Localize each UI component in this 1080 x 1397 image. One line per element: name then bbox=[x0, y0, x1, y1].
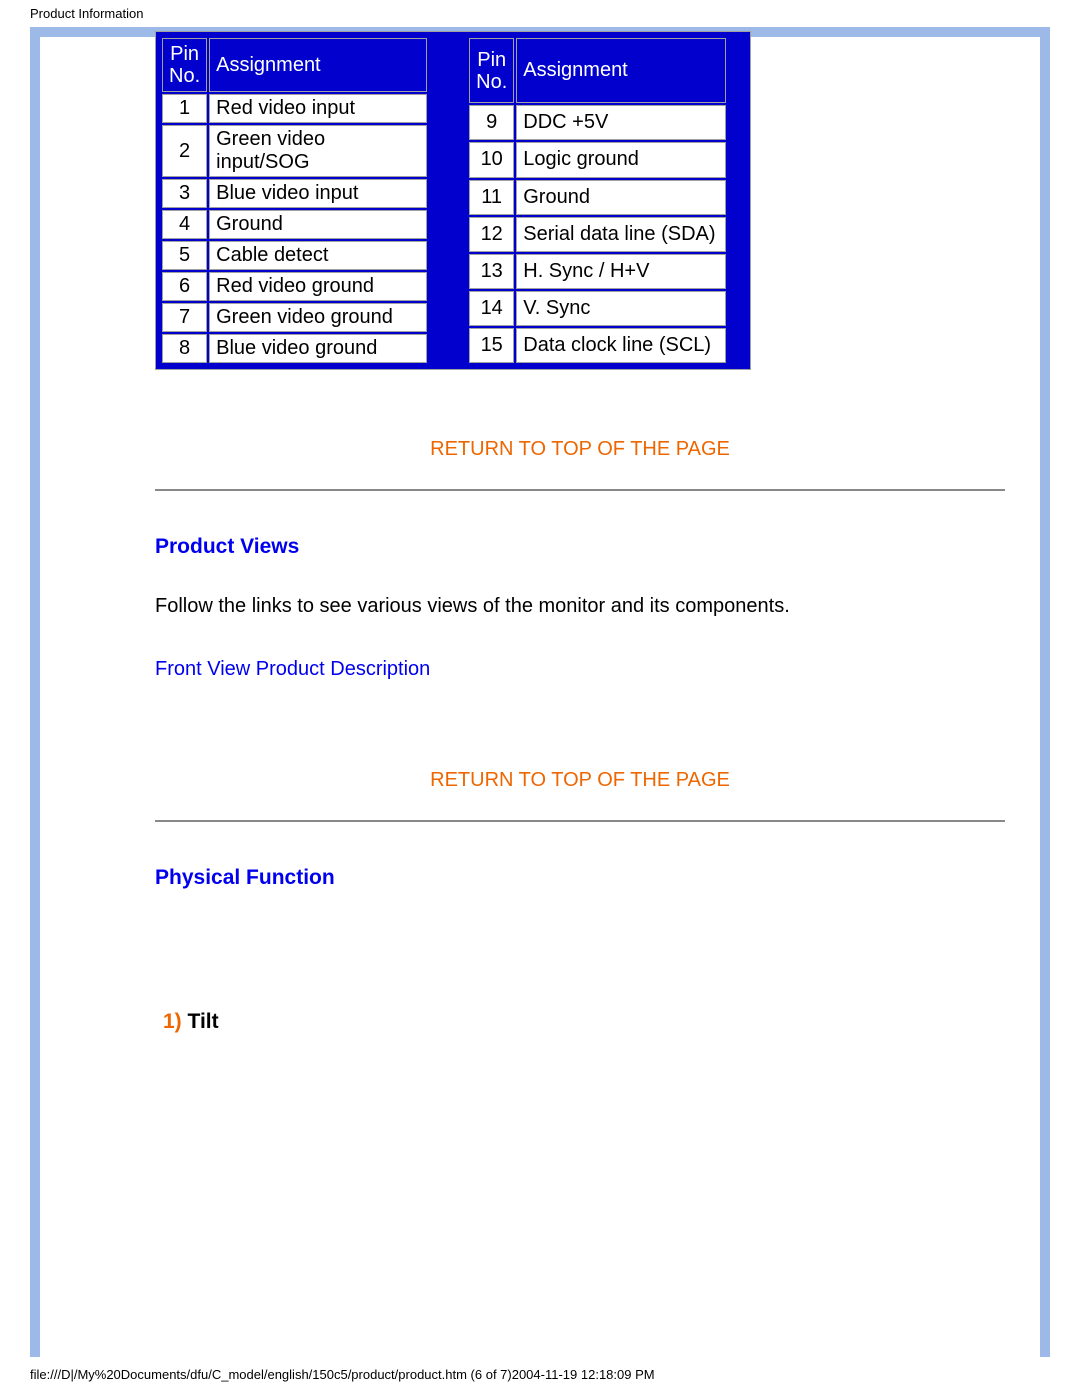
table-row: 15Data clock line (SCL) bbox=[469, 328, 726, 363]
divider bbox=[155, 820, 1005, 822]
col-assignment: Assignment bbox=[209, 38, 427, 92]
tilt-label: Tilt bbox=[182, 1010, 219, 1033]
main-frame: Pin No. Assignment 1Red video input 2Gre… bbox=[30, 27, 1050, 1357]
divider bbox=[155, 489, 1005, 491]
table-row: 4Ground bbox=[162, 210, 427, 239]
pin-tables: Pin No. Assignment 1Red video input 2Gre… bbox=[155, 31, 1005, 370]
table-row: 8Blue video ground bbox=[162, 334, 427, 363]
pin-table-left: Pin No. Assignment 1Red video input 2Gre… bbox=[160, 36, 429, 365]
table-row: 6Red video ground bbox=[162, 272, 427, 301]
heading-physical-function: Physical Function bbox=[155, 866, 1005, 890]
table-row: 11Ground bbox=[469, 180, 726, 215]
front-view-link[interactable]: Front View Product Description bbox=[155, 658, 430, 680]
table-row: 3Blue video input bbox=[162, 179, 427, 208]
content-area: Pin No. Assignment 1Red video input 2Gre… bbox=[40, 31, 1040, 1034]
table-row: 2Green video input/SOG bbox=[162, 125, 427, 177]
return-to-top-link[interactable]: RETURN TO TOP OF THE PAGE bbox=[155, 769, 1005, 792]
heading-product-views: Product Views bbox=[155, 535, 1005, 559]
table-row: 14V. Sync bbox=[469, 291, 726, 326]
table-row: 12Serial data line (SDA) bbox=[469, 217, 726, 252]
col-pin-no: Pin No. bbox=[469, 38, 514, 103]
tilt-heading: 1) Tilt bbox=[163, 1010, 1005, 1034]
tilt-number: 1) bbox=[163, 1010, 182, 1033]
table-row: 1Red video input bbox=[162, 94, 427, 123]
table-row: 13H. Sync / H+V bbox=[469, 254, 726, 289]
table-row: 10Logic ground bbox=[469, 142, 726, 177]
table-row: 5Cable detect bbox=[162, 241, 427, 270]
page-header: Product Information bbox=[0, 0, 1080, 27]
pin-table-right: Pin No. Assignment 9DDC +5V 10Logic grou… bbox=[467, 36, 728, 365]
col-pin-no: Pin No. bbox=[162, 38, 207, 92]
col-assignment: Assignment bbox=[516, 38, 726, 103]
product-views-text: Follow the links to see various views of… bbox=[155, 595, 1005, 618]
table-row: 7Green video ground bbox=[162, 303, 427, 332]
table-row: 9DDC +5V bbox=[469, 105, 726, 140]
footer-path: file:///D|/My%20Documents/dfu/C_model/en… bbox=[0, 1357, 1080, 1382]
return-to-top-link[interactable]: RETURN TO TOP OF THE PAGE bbox=[155, 438, 1005, 461]
